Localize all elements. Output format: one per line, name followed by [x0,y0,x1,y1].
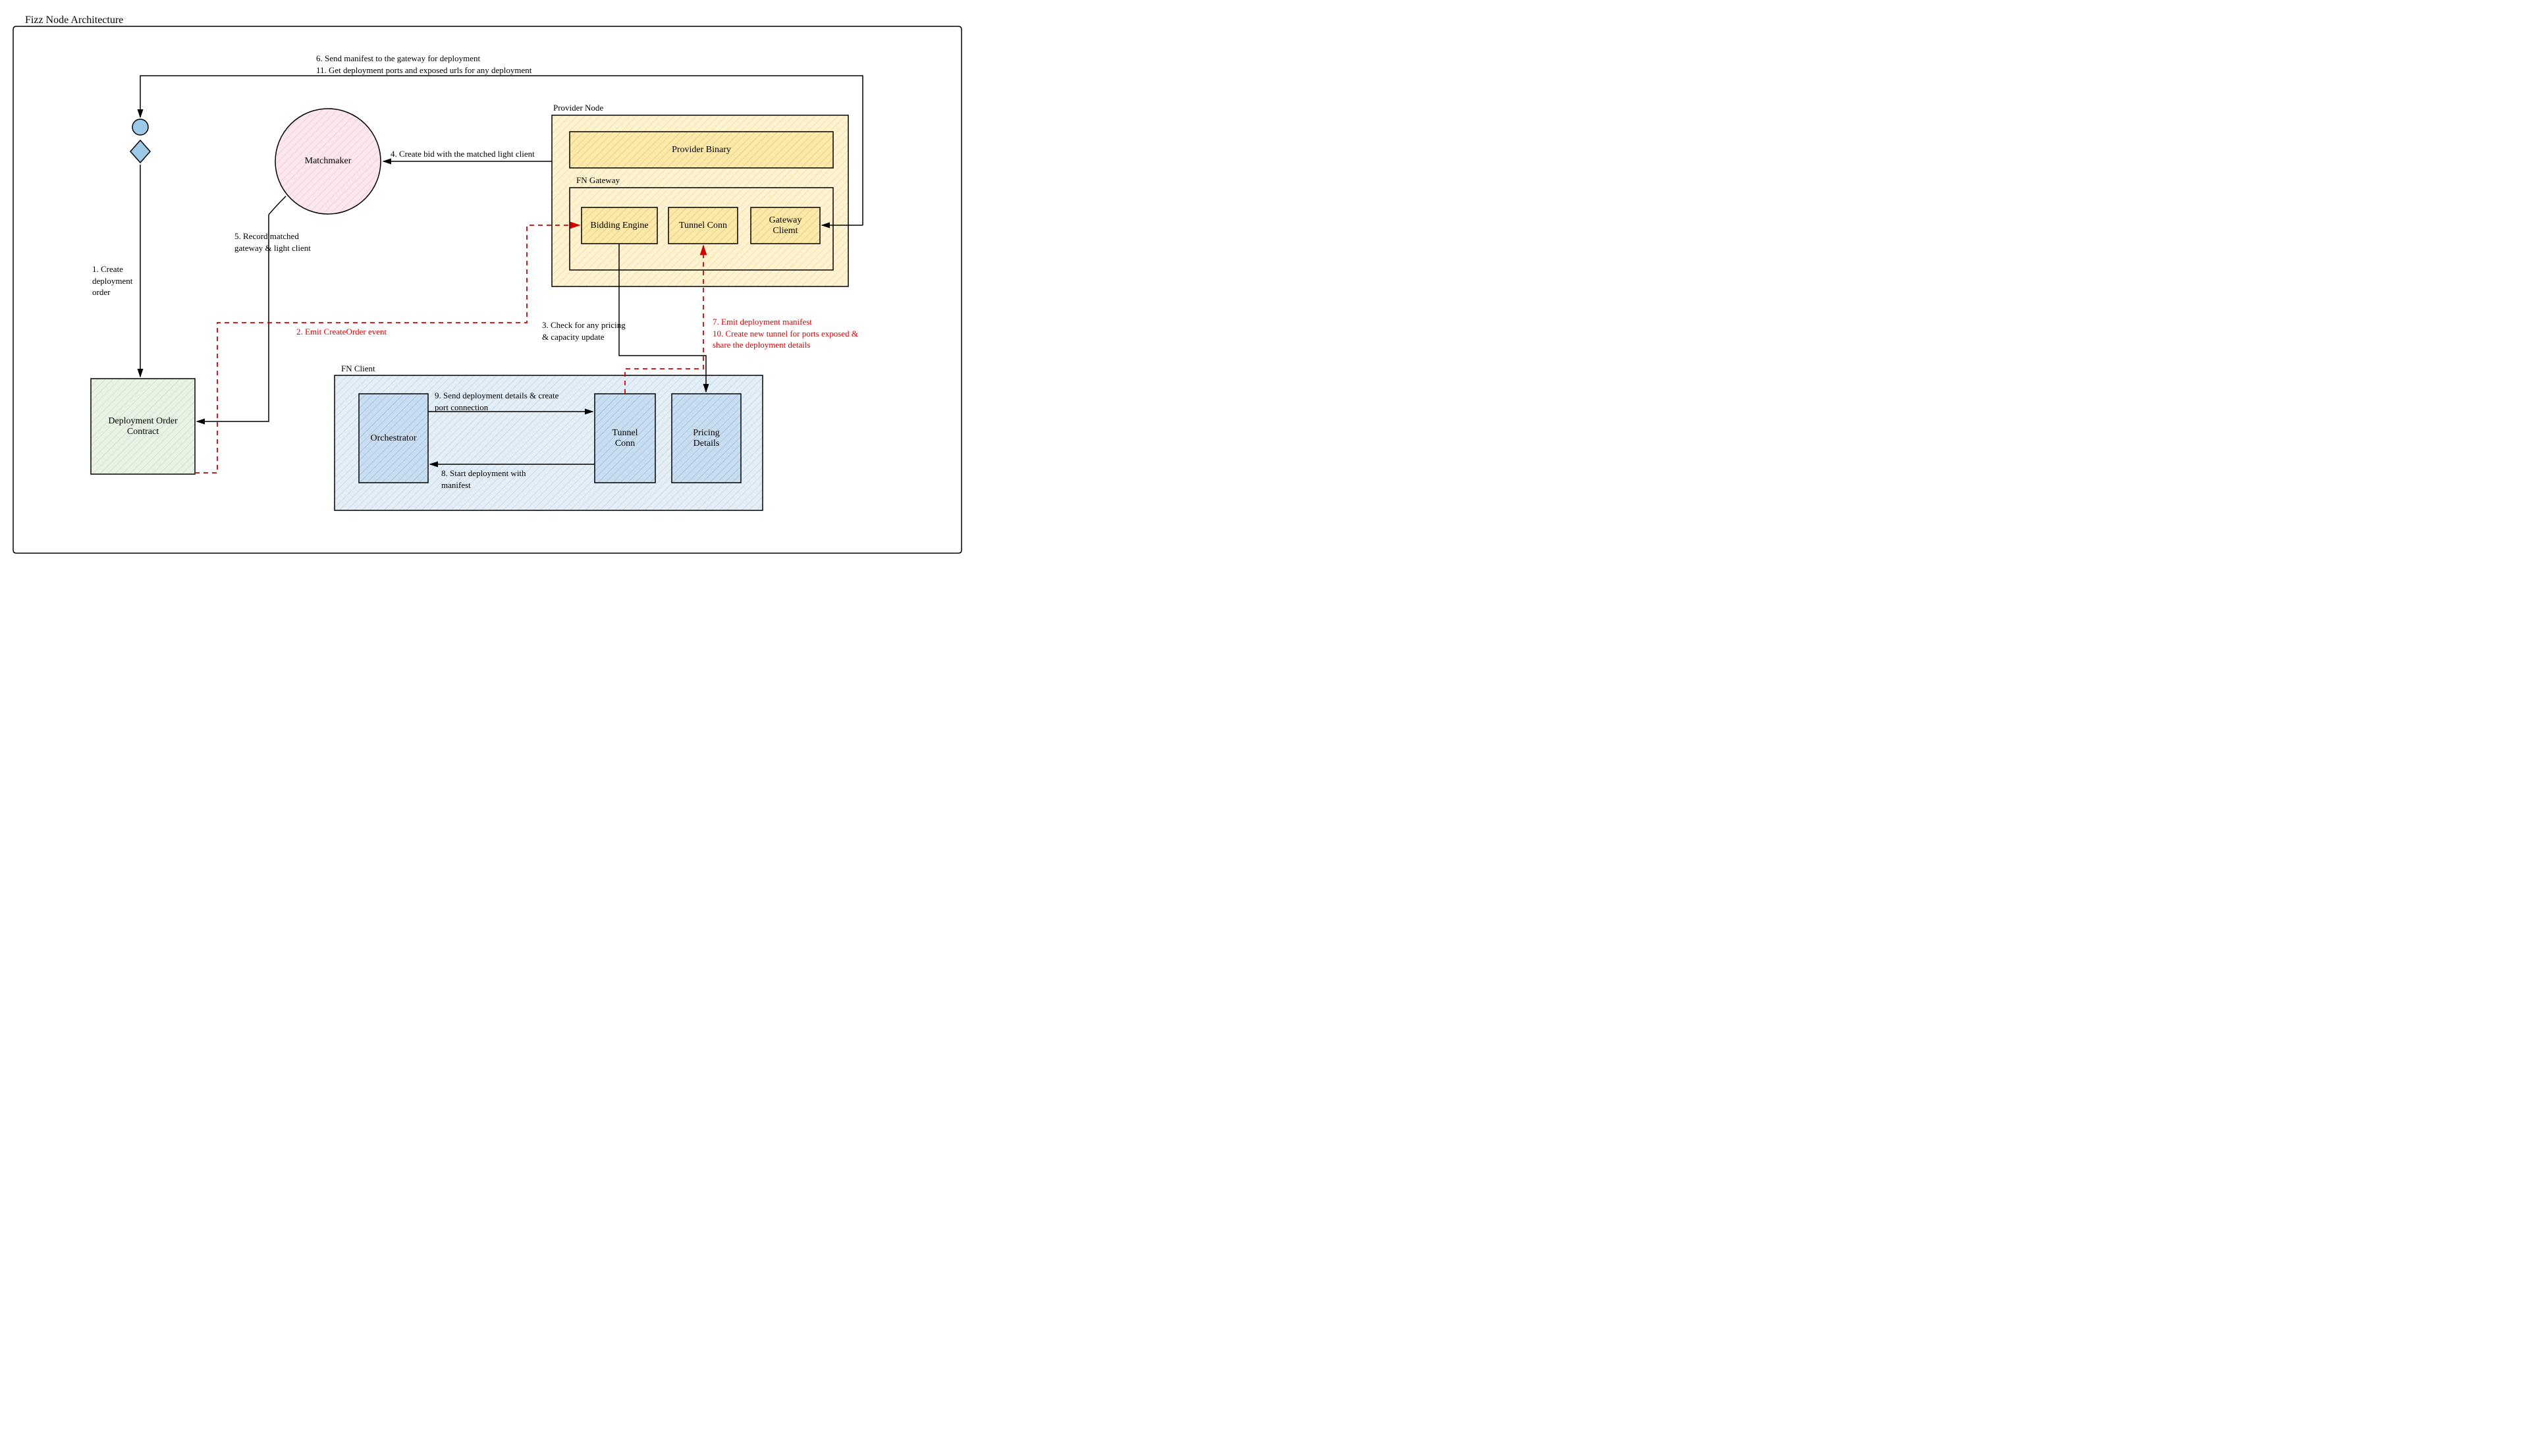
matchmaker-label: Matchmaker [275,109,381,214]
edge-1-label: 1. Create deployment order [92,263,132,298]
edge-7-label: 7. Emit deployment manifest 10. Create n… [713,316,858,351]
diagram-title: Fizz Node Architecture [25,14,123,26]
edge-3-label: 3. Check for any pricing & capacity upda… [542,319,626,342]
edge-5-label: 5. Record matched gateway & light client [234,230,311,254]
gateway-client-label: Gateway Cliemt [751,207,820,244]
actor-body-icon [130,140,150,163]
edge-2-label: 2. Emit CreateOrder event [296,326,387,338]
orchestrator-label: Orchestrator [359,394,428,483]
diagram-canvas: Fizz Node Architecture Matchmaker Deploy… [0,0,975,561]
pricing-details-label: Pricing Details [672,394,741,483]
provider-binary-label: Provider Binary [570,132,833,168]
actor-head-icon [132,119,148,135]
edge-4-label: 4. Create bid with the matched light cli… [391,148,535,160]
edge-9-label: 9. Send deployment details & create port… [435,390,558,413]
tunnel-conn-client-label: Tunnel Conn [595,394,655,483]
edge-6-label: 6. Send manifest to the gateway for depl… [316,53,531,76]
deployment-order-contract-label: Deployment Order Contract [91,379,195,474]
tunnel-conn-gateway-label: Tunnel Conn [668,207,738,244]
bidding-engine-label: Bidding Engine [582,207,657,244]
fn-client-title: FN Client [341,364,375,374]
edge-8-label: 8. Start deployment with manifest [441,468,526,491]
fn-gateway-title: FN Gateway [576,175,620,186]
provider-node-title: Provider Node [553,103,603,113]
